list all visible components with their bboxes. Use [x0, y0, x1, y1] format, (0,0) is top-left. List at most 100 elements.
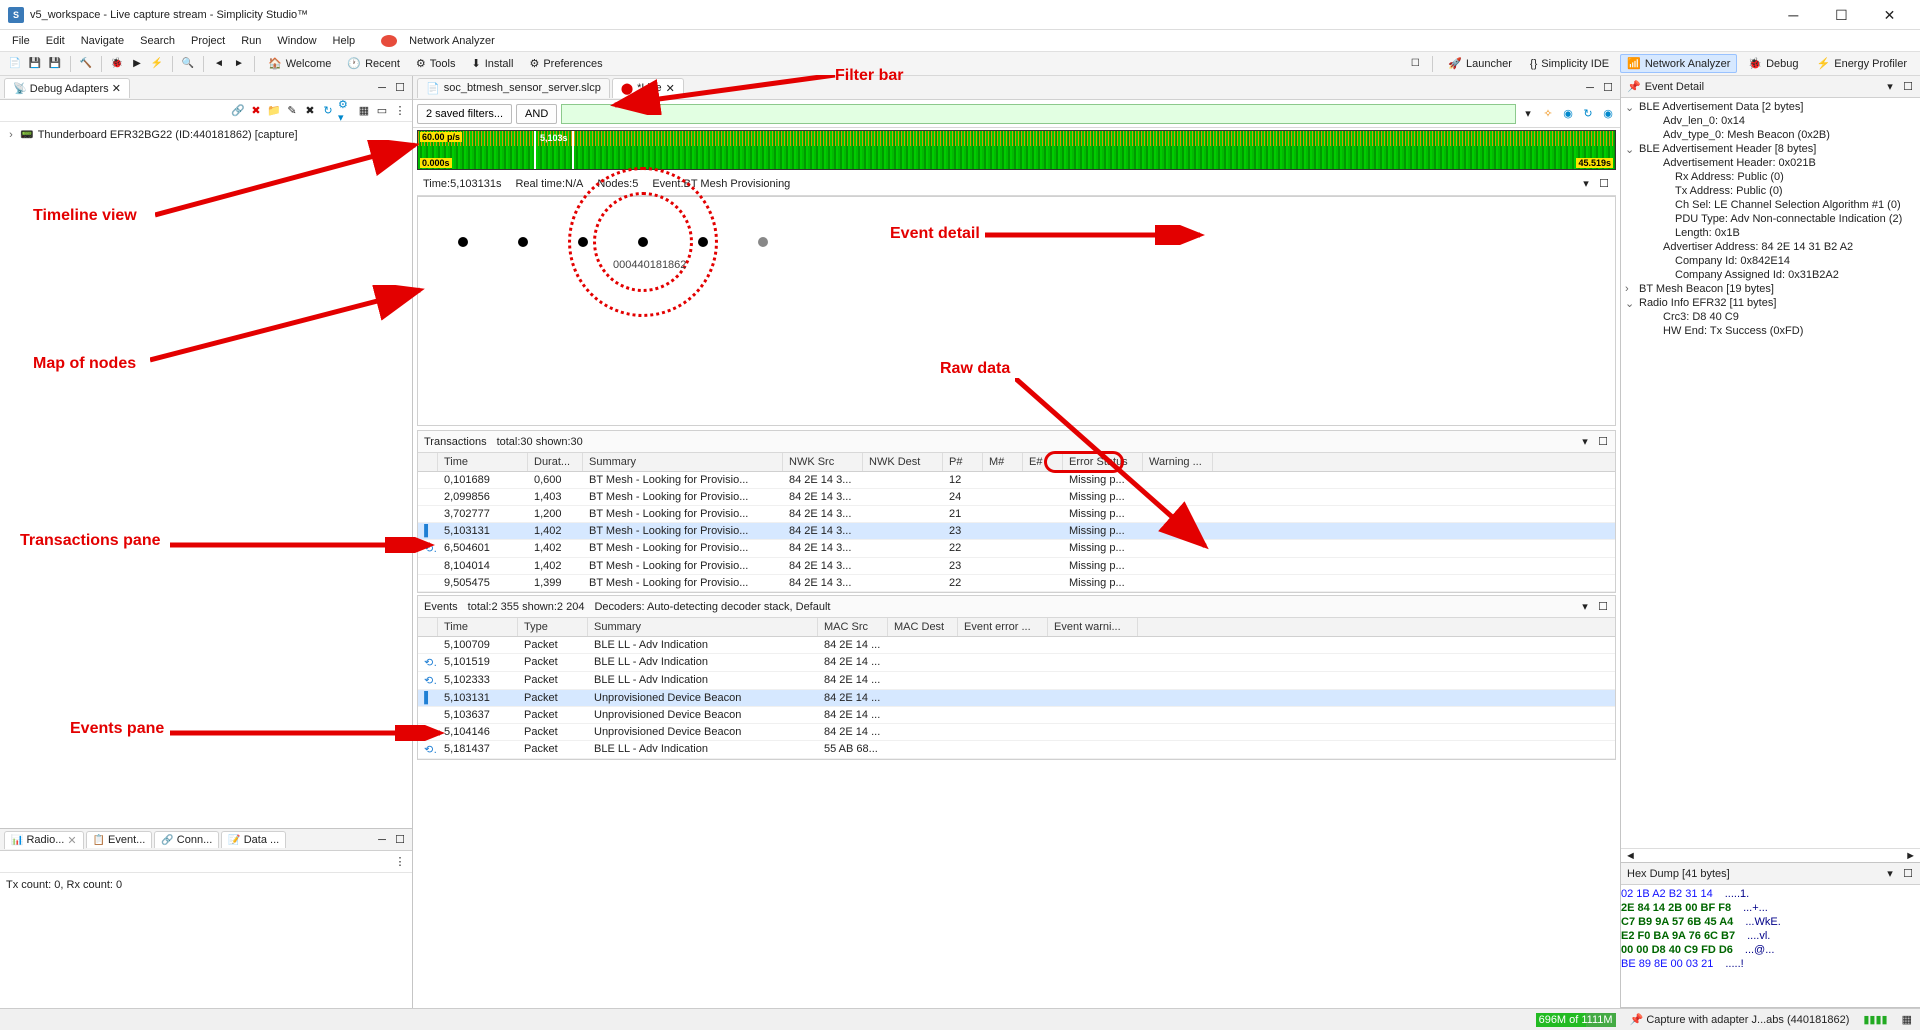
pane-menu-icon[interactable]: ▾ [1577, 599, 1593, 615]
minimize-button[interactable]: ─ [1771, 1, 1816, 29]
transaction-row[interactable]: 3,7027771,200BT Mesh - Looking for Provi… [418, 506, 1615, 523]
event-row[interactable]: ⟲5,101519PacketBLE LL - Adv Indication84… [418, 654, 1615, 672]
col-warning[interactable]: Warning ... [1143, 453, 1213, 471]
maximize-editor-icon[interactable]: ☐ [1600, 80, 1616, 96]
col-nwk-src[interactable]: NWK Src [783, 453, 863, 471]
col-event-error[interactable]: Event error ... [958, 618, 1048, 636]
status-progress-icon[interactable]: ▮▮▮▮ [1863, 1013, 1887, 1026]
hex-dump-body[interactable]: 02 1B A2 B2 31 14.....1.2E 84 14 2B 00 B… [1621, 885, 1920, 1007]
col-nwk-dest[interactable]: NWK Dest [863, 453, 943, 471]
editor-tab-slcp[interactable]: 📄 soc_btmesh_sensor_server.slcp [417, 78, 610, 98]
event-detail-item[interactable]: Adv_len_0: 0x14 [1621, 114, 1920, 128]
tab-connections[interactable]: 🔗 Conn... [154, 831, 219, 848]
menu-help[interactable]: Help [325, 33, 364, 49]
back-icon[interactable]: ◄ [210, 55, 228, 73]
expand-icon[interactable]: › [6, 129, 16, 141]
node-dot[interactable] [518, 237, 528, 247]
minimize-view-icon[interactable]: ─ [374, 80, 390, 96]
filter-prev-icon[interactable]: ◉ [1560, 106, 1576, 122]
pane-menu-icon[interactable]: ▾ [1577, 434, 1593, 450]
pane-menu-icon[interactable]: ▾ [1578, 176, 1594, 192]
col-summary[interactable]: Summary [583, 453, 783, 471]
col-pnum[interactable]: P# [943, 453, 983, 471]
col-mnum[interactable]: M# [983, 453, 1023, 471]
pane-menu-icon[interactable]: ▾ [1882, 79, 1898, 95]
disconnect-icon[interactable]: ✖ [248, 103, 264, 119]
col-time[interactable]: Time [438, 618, 518, 636]
tab-data-editor[interactable]: 📝 Data ... [221, 831, 286, 848]
menu-file[interactable]: File [4, 33, 38, 49]
event-detail-item[interactable]: Adv_type_0: Mesh Beacon (0x2B) [1621, 128, 1920, 142]
minimize-view-icon[interactable]: ─ [374, 832, 390, 848]
network-analyzer-anchor[interactable]: Network Analyzer [373, 31, 511, 51]
col-duration[interactable]: Durat... [528, 453, 583, 471]
pane-menu-icon[interactable]: ▾ [1882, 866, 1898, 882]
toolbar-install[interactable]: ⬇ Install [464, 54, 520, 73]
event-detail-item[interactable]: Length: 0x1B [1621, 226, 1920, 240]
pane-max-icon[interactable]: ☐ [1900, 79, 1916, 95]
col-time[interactable]: Time [438, 453, 528, 471]
node-map[interactable]: 000440181862 [417, 196, 1616, 426]
event-detail-item[interactable]: HW End: Tx Success (0xFD) [1621, 324, 1920, 338]
pane-max-icon[interactable]: ☐ [1596, 176, 1612, 192]
toolbar-preferences[interactable]: ⚙ Preferences [522, 54, 609, 73]
new-icon[interactable]: 📄 [6, 55, 24, 73]
col-mac-src[interactable]: MAC Src [818, 618, 888, 636]
node-dot[interactable] [458, 237, 468, 247]
pane-max-icon[interactable]: ☐ [1595, 434, 1611, 450]
maximize-view-icon[interactable]: ☐ [392, 832, 408, 848]
editor-tab-live[interactable]: ⬤ *Live ✕ [612, 78, 684, 98]
transaction-row[interactable]: 2,0998561,403BT Mesh - Looking for Provi… [418, 489, 1615, 506]
event-row[interactable]: ⟲5,181437PacketBLE LL - Adv Indication55… [418, 741, 1615, 759]
transaction-row[interactable]: 0,1016890,600BT Mesh - Looking for Provi… [418, 472, 1615, 489]
event-row[interactable]: 5,104146PacketUnprovisioned Device Beaco… [418, 724, 1615, 741]
event-detail-item[interactable]: ⌄Radio Info EFR32 [11 bytes] [1621, 296, 1920, 310]
event-detail-item[interactable]: Company Assigned Id: 0x31B2A2 [1621, 268, 1920, 282]
view-menu-icon[interactable]: ⋮ [392, 854, 408, 870]
filter-input[interactable] [561, 104, 1516, 124]
event-row[interactable]: ▌5,103131PacketUnprovisioned Device Beac… [418, 690, 1615, 707]
adapter-tree-node[interactable]: › 📟 Thunderboard EFR32BG22 (ID:440181862… [6, 126, 406, 143]
event-row[interactable]: ⟲5,102333PacketBLE LL - Adv Indication84… [418, 672, 1615, 690]
event-detail-item[interactable]: Rx Address: Public (0) [1621, 170, 1920, 184]
event-detail-item[interactable]: Company Id: 0x842E14 [1621, 254, 1920, 268]
tab-event-log[interactable]: 📋 Event... [86, 831, 153, 848]
pane-max-icon[interactable]: ☐ [1900, 866, 1916, 882]
filter-next-icon[interactable]: ◉ [1600, 106, 1616, 122]
event-detail-item[interactable]: ›BT Mesh Beacon [19 bytes] [1621, 282, 1920, 296]
save-icon[interactable]: 💾 [26, 55, 44, 73]
grid-icon[interactable]: ▦ [356, 103, 372, 119]
edit-icon[interactable]: ✎ [284, 103, 300, 119]
open-perspective-icon[interactable]: ☐ [1406, 55, 1424, 73]
profile-icon[interactable]: ⚡ [148, 55, 166, 73]
timeline-view[interactable]: 60.00 p/s 0.000s 5,103s 45.519s [417, 130, 1616, 170]
event-detail-item[interactable]: ⌄BLE Advertisement Header [8 bytes] [1621, 142, 1920, 156]
event-detail-item[interactable]: Advertiser Address: 84 2E 14 31 B2 A2 [1621, 240, 1920, 254]
status-details-icon[interactable]: ▦ [1902, 1013, 1912, 1026]
gear-icon[interactable]: ⚙ ▾ [338, 103, 354, 119]
perspective-launcher[interactable]: 🚀 Launcher [1441, 54, 1519, 73]
col-type[interactable]: Type [518, 618, 588, 636]
minimize-editor-icon[interactable]: ─ [1582, 80, 1598, 96]
perspective-network-analyzer[interactable]: 📶 Network Analyzer [1620, 54, 1737, 73]
maximize-view-icon[interactable]: ☐ [392, 80, 408, 96]
transaction-row[interactable]: 8,1040141,402BT Mesh - Looking for Provi… [418, 558, 1615, 575]
scroll-right-icon[interactable]: ► [1905, 850, 1916, 862]
transaction-row[interactable]: ▌5,1031311,402BT Mesh - Looking for Prov… [418, 523, 1615, 540]
node-dot-inactive[interactable] [758, 237, 768, 247]
refresh-icon[interactable]: ↻ [320, 103, 336, 119]
transaction-row[interactable]: ⟲6,5046011,402BT Mesh - Looking for Prov… [418, 540, 1615, 558]
saved-filters-button[interactable]: 2 saved filters... [417, 104, 512, 124]
menu-edit[interactable]: Edit [38, 33, 73, 49]
filter-apply-icon[interactable]: ✧ [1540, 106, 1556, 122]
event-detail-item[interactable]: Ch Sel: LE Channel Selection Algorithm #… [1621, 198, 1920, 212]
event-detail-item[interactable]: Tx Address: Public (0) [1621, 184, 1920, 198]
menu-navigate[interactable]: Navigate [73, 33, 132, 49]
pin-icon[interactable]: 📌 [1627, 80, 1641, 93]
memory-meter[interactable]: 696M of 1111M [1536, 1013, 1616, 1027]
filter-operator-button[interactable]: AND [516, 104, 557, 124]
event-detail-item[interactable]: Advertisement Header: 0x021B [1621, 156, 1920, 170]
maximize-button[interactable]: ☐ [1819, 1, 1864, 29]
close-button[interactable]: ✕ [1867, 1, 1912, 29]
collapse-icon[interactable]: ▭ [374, 103, 390, 119]
